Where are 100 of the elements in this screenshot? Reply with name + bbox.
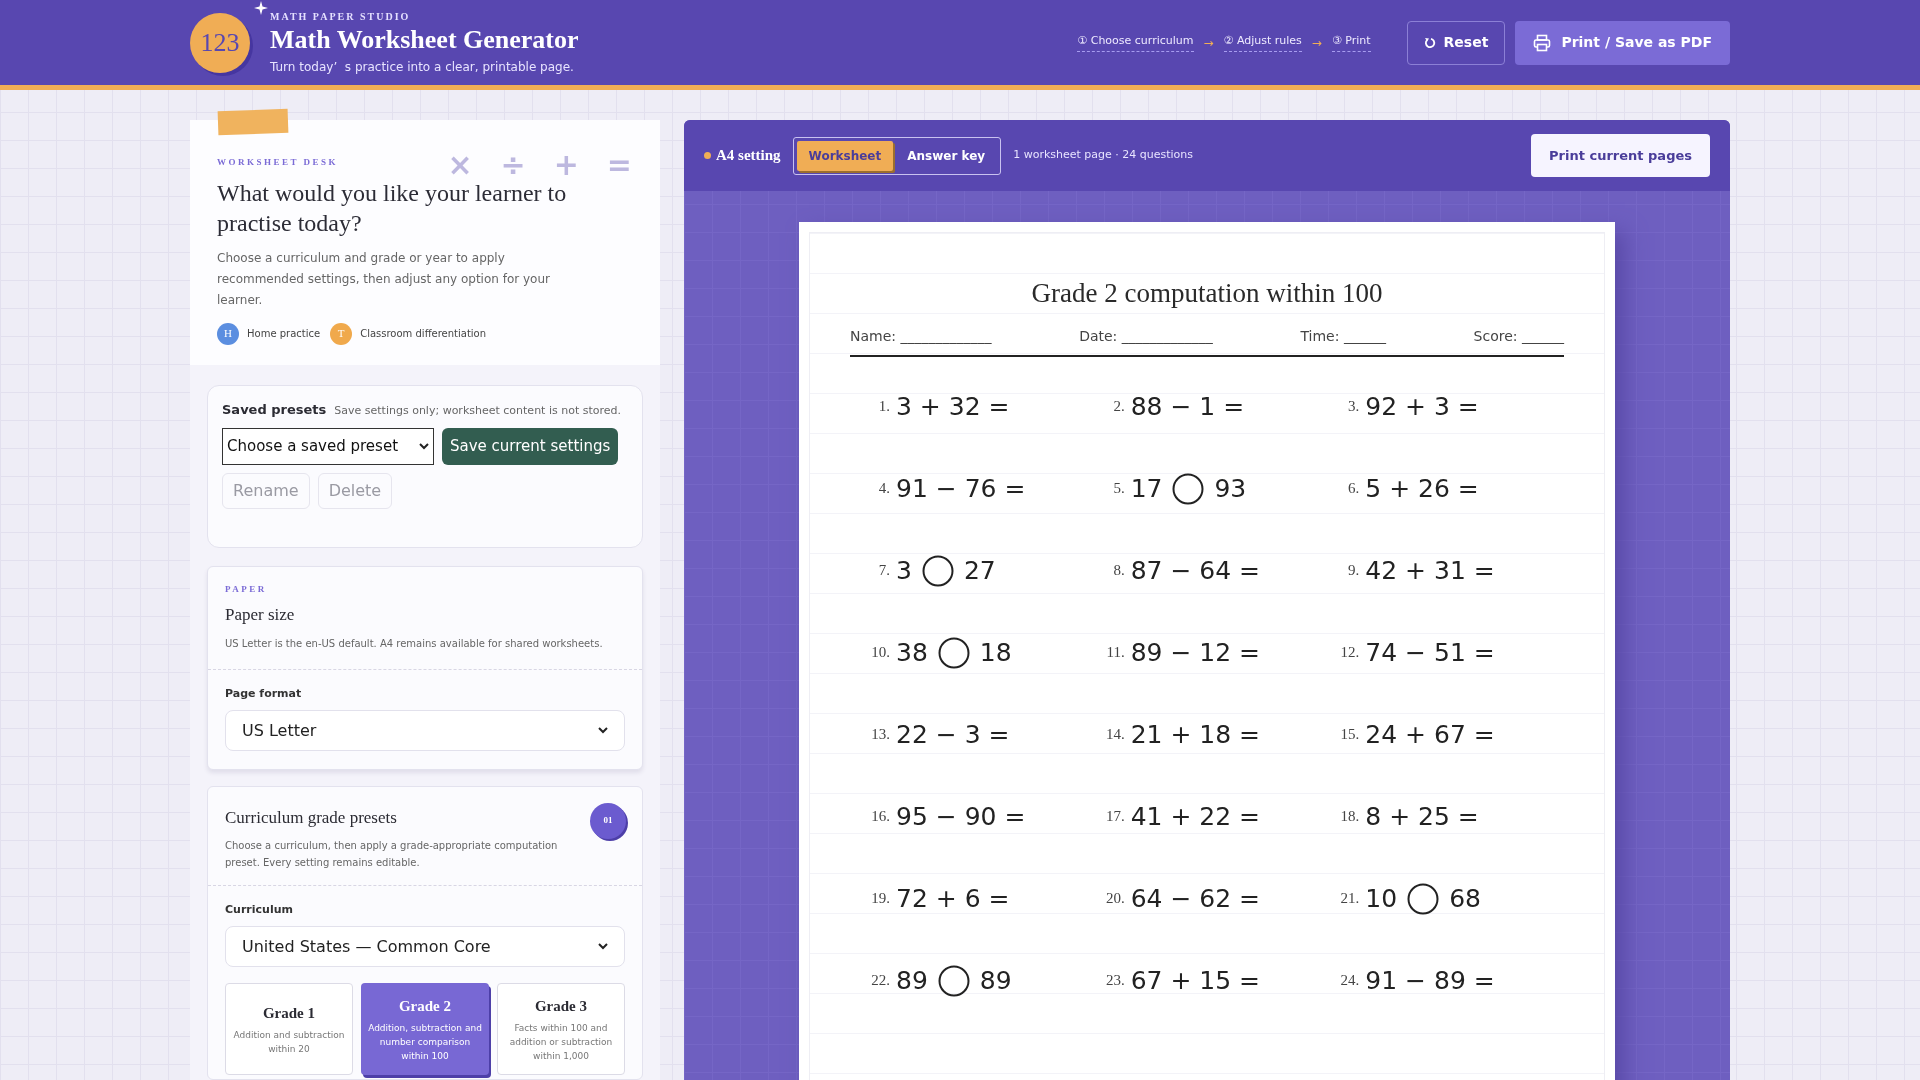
problem-expression: 91 − 76 =	[896, 472, 1026, 505]
status-dot	[704, 152, 711, 159]
card-note: US Letter is the en-US default. A4 remains available for shared worksheets.	[225, 636, 604, 651]
problem-number: 6.	[1347, 479, 1360, 499]
step-arrow: →	[1311, 34, 1322, 52]
logo-badge: 123	[190, 12, 250, 73]
problem-expression: 5 + 26 =	[1365, 472, 1479, 505]
problem-expression: 42 + 31 =	[1365, 554, 1495, 587]
problem-expression: 95 − 90 =	[896, 800, 1026, 833]
printer-icon	[1533, 33, 1552, 52]
comparison-circle	[937, 964, 970, 997]
problem-number-left: 10	[1365, 882, 1398, 915]
problem-number: 22.	[870, 971, 890, 991]
sparkle-icon	[254, 0, 268, 15]
problem-number: 18.	[1339, 807, 1360, 827]
comparison-circle	[937, 636, 970, 669]
field-label: Page format	[225, 685, 303, 702]
problem-number-left: 38	[896, 636, 928, 669]
problem-number-right: 93	[1214, 472, 1247, 505]
preset-select[interactable]: Choose a saved preset	[222, 427, 434, 465]
app-title: Math Worksheet Generator	[270, 24, 579, 56]
tagline: Turn today’ s practice into a clear, printable page.	[270, 59, 575, 76]
page-setting-label: A4 setting	[716, 146, 781, 166]
worksheet-field: Date: _____________	[1079, 325, 1213, 347]
page-format-select[interactable]: US Letter	[225, 710, 625, 751]
problem-number: 15.	[1339, 725, 1360, 745]
problem-expression: 22 − 3 =	[896, 718, 1010, 751]
section-eyebrow: PAPER	[225, 582, 268, 596]
worksheet-field: Score: ______	[1473, 325, 1564, 347]
problem-expression: 67 + 15 =	[1130, 964, 1260, 997]
comparison-circle	[1407, 882, 1440, 915]
audience-label: Home practice	[247, 327, 321, 341]
problem-number: 19.	[870, 889, 890, 909]
problem-expression: 87 − 64 =	[1130, 554, 1260, 587]
reset-button[interactable]: Reset	[1406, 20, 1506, 65]
problem-number: 24.	[1339, 971, 1360, 991]
card-title: Saved presets	[222, 401, 327, 419]
audience-avatar: H	[217, 322, 239, 345]
problem-number-right: 18	[979, 636, 1012, 669]
problem-number: 16.	[870, 807, 890, 827]
math-symbol: =	[606, 146, 632, 184]
grade-tile[interactable]: Grade 2 Addition, subtraction and number comparison within 100	[361, 983, 489, 1075]
problem-expression: 3 + 32 =	[896, 390, 1010, 423]
step-link[interactable]: ③ Print	[1331, 32, 1371, 53]
view-tab[interactable]: Worksheet	[796, 140, 894, 171]
problem-number: 13.	[870, 725, 890, 745]
field-label: Curriculum	[225, 901, 294, 918]
chevron-icon	[598, 727, 608, 734]
card-title: Curriculum grade presets	[225, 807, 397, 829]
problem-number: 21.	[1339, 889, 1360, 909]
worksheet-field: Name: _____________	[850, 325, 992, 347]
problem-expression: 92 + 3 =	[1365, 390, 1479, 423]
problem-number: 23.	[1104, 971, 1125, 991]
worksheet-title: Grade 2 computation within 100	[1030, 277, 1384, 310]
problem-number-left: 17	[1130, 472, 1163, 505]
tape-strip	[217, 108, 289, 136]
intro-description: Choose a curriculum and grade or year to apply recommended settings, then adjust any option for your learner.	[217, 249, 551, 309]
problem-number: 10.	[870, 643, 890, 663]
problem-number: 11.	[1105, 643, 1125, 663]
problem-expression: 21 + 18 =	[1130, 718, 1260, 751]
problem-number: 14.	[1104, 725, 1125, 745]
save-settings-button[interactable]: Save current settings	[442, 427, 619, 465]
step-link[interactable]: ① Choose curriculum	[1077, 32, 1194, 53]
comparison-circle	[921, 554, 954, 587]
problem-number-right: 27	[963, 554, 996, 587]
problem-expression: 24 + 67 =	[1365, 718, 1495, 751]
problem-expression: 91 − 89 =	[1365, 964, 1495, 997]
problem-number: 2.	[1112, 397, 1125, 417]
problem-number-right: 68	[1449, 882, 1481, 915]
problem-number: 9.	[1347, 561, 1360, 581]
view-tab[interactable]: Answer key	[895, 140, 998, 171]
problem-number: 3.	[1347, 397, 1360, 417]
worksheet-field: Time: ______	[1300, 325, 1386, 347]
print-pages-button[interactable]: Print current pages	[1531, 134, 1710, 177]
problem-number: 1.	[877, 397, 890, 417]
print-button[interactable]: Print / Save as PDF	[1515, 20, 1730, 65]
problem-expression: 72 + 6 =	[896, 882, 1010, 915]
problem-expression: 74 − 51 =	[1365, 636, 1495, 669]
card-note: Choose a curriculum, then apply a grade-appropriate computation preset. Every setting remains editable.	[225, 838, 559, 870]
step-badge: 01	[590, 803, 626, 839]
problem-number: 4.	[877, 479, 890, 499]
step-link[interactable]: ② Adjust rules	[1223, 32, 1302, 53]
problem-number: 7.	[877, 561, 890, 581]
problem-number-left: 3	[896, 554, 912, 587]
grade-tile[interactable]: Grade 3 Facts within 100 and addition or subtraction within 1,000	[497, 983, 625, 1075]
grade-tile[interactable]: Grade 1 Addition and subtraction within 20	[225, 983, 353, 1075]
problem-number: 5.	[1112, 479, 1125, 499]
problem-number: 12.	[1339, 643, 1360, 663]
curriculum-select[interactable]: United States — Common Core	[225, 926, 625, 967]
problem-expression: 89 − 12 =	[1130, 636, 1260, 669]
problem-expression: 41 + 22 =	[1130, 800, 1260, 833]
chevron-icon	[598, 943, 608, 950]
problem-number: 8.	[1112, 561, 1125, 581]
problem-expression: 64 − 62 =	[1130, 882, 1260, 915]
problem-expression: 88 − 1 =	[1130, 390, 1245, 423]
problem-expression: 8 + 25 =	[1365, 800, 1479, 833]
reset-icon	[1423, 36, 1436, 49]
problem-number: 17.	[1104, 807, 1125, 827]
brand-eyebrow: MATH PAPER STUDIO	[270, 10, 412, 24]
card-note: Save settings only; worksheet content is not stored.	[334, 403, 622, 419]
